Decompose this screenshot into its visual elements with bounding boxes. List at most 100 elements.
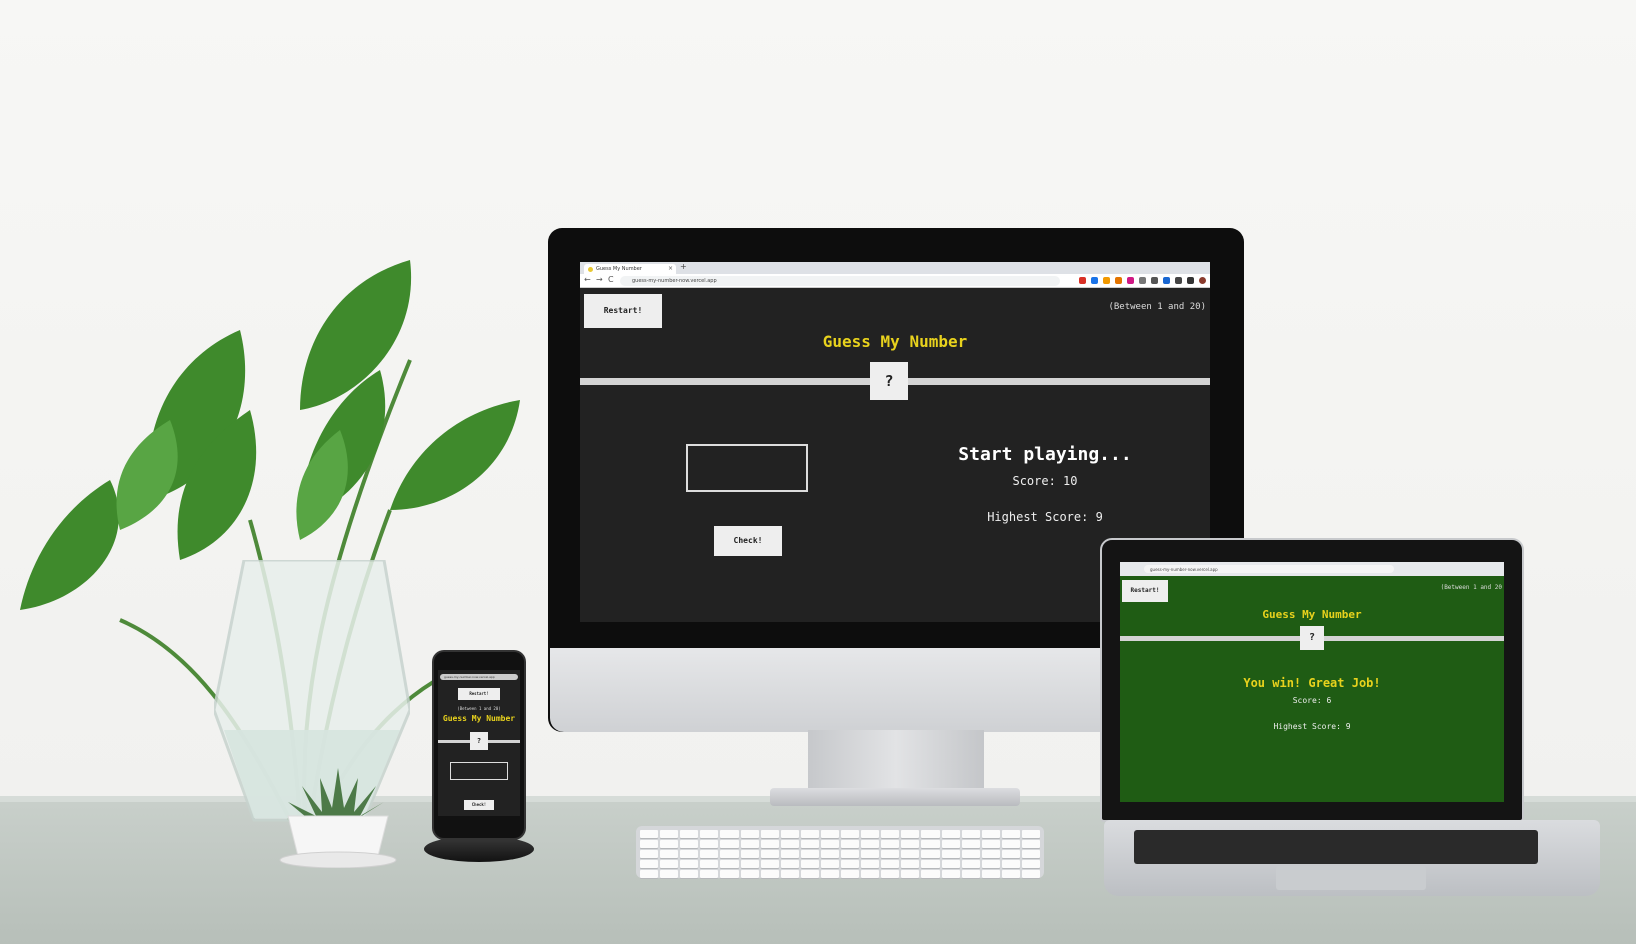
laptop-trackpad [1276, 866, 1426, 890]
keyboard-key [740, 830, 759, 838]
keyboard-key [740, 860, 759, 868]
keyboard-key [861, 860, 880, 868]
guess-input[interactable] [686, 444, 808, 492]
laptop-highscore-label: Highest Score: 9 [1273, 722, 1351, 731]
keyboard-key [800, 850, 819, 858]
keyboard-key [780, 850, 799, 858]
keyboard-key [680, 850, 699, 858]
keyboard-key [1021, 870, 1040, 878]
keyboard-key [921, 830, 940, 838]
phone-screen: guess-my-number-now.vercel.app Restart! … [438, 670, 520, 816]
browser-tab-bar: Guess My Number × + [580, 262, 1210, 274]
keyboard-key [981, 860, 1000, 868]
keyboard-key [820, 870, 839, 878]
laptop-status-message: You win! Great Job! [1243, 676, 1381, 690]
url-field[interactable]: guess-my-number-now.vercel.app [620, 276, 1060, 286]
keyboard-key [941, 840, 960, 848]
keyboard-key [961, 850, 980, 858]
keyboard-key [881, 870, 900, 878]
tab-title: Guess My Number [596, 266, 642, 272]
highscore-label: Highest Score: 9 [987, 510, 1103, 524]
keyboard-key [680, 870, 699, 878]
laptop-screen: guess-my-number-now.vercel.app Restart! … [1120, 562, 1504, 802]
keyboard-key [740, 870, 759, 878]
keyboard-key [700, 870, 719, 878]
keyboard-key [760, 850, 779, 858]
keyboard-key [1021, 830, 1040, 838]
reload-icon[interactable]: C [608, 275, 614, 284]
keyboard-key [820, 860, 839, 868]
keyboard-key [941, 860, 960, 868]
keyboard-key [780, 840, 799, 848]
keyboard-key [881, 840, 900, 848]
keyboard-key [780, 870, 799, 878]
keyboard-key [760, 860, 779, 868]
keyboard-key [981, 840, 1000, 848]
extension-icon[interactable] [1115, 277, 1122, 284]
keyboard-key [760, 870, 779, 878]
laptop-score-label: Score: 6 [1292, 696, 1332, 705]
keyboard-key [941, 870, 960, 878]
extension-icon[interactable] [1103, 277, 1110, 284]
keyboard-key [720, 840, 739, 848]
back-icon[interactable]: ← [584, 275, 591, 284]
keyboard-key [800, 830, 819, 838]
keyboard-key [981, 850, 1000, 858]
keyboard-key [780, 830, 799, 838]
monitor-stand-base [770, 788, 1020, 806]
restart-button[interactable]: Restart! [584, 294, 662, 328]
keyboard-key [740, 850, 759, 858]
forward-icon[interactable]: → [596, 275, 603, 284]
keyboard-key [841, 840, 860, 848]
game-title: Guess My Number [822, 332, 968, 351]
keyboard-key [881, 830, 900, 838]
keyboard-key [740, 840, 759, 848]
keyboard-key [680, 860, 699, 868]
keyboard-key [1001, 830, 1020, 838]
keyboard-key [901, 830, 920, 838]
keyboard-key [660, 840, 679, 848]
keyboard-key [720, 860, 739, 868]
extension-icon[interactable] [1163, 277, 1170, 284]
keyboard-key [640, 830, 659, 838]
phone-range-hint: (Between 1 and 20) [457, 706, 501, 711]
keyboard-key [800, 860, 819, 868]
keyboard-key [901, 870, 920, 878]
keyboard-key [1021, 860, 1040, 868]
keyboard-key [720, 870, 739, 878]
keyboard-key [901, 860, 920, 868]
keyboard-key [921, 870, 940, 878]
laptop-restart-button[interactable]: Restart! [1122, 580, 1168, 602]
keyboard-key [921, 850, 940, 858]
keyboard-key [921, 860, 940, 868]
keyboard-key [1001, 840, 1020, 848]
keyboard-key [1001, 860, 1020, 868]
browser-tab[interactable]: Guess My Number × [584, 264, 676, 274]
phone-guess-input[interactable] [450, 762, 508, 780]
status-message: Start playing... [958, 444, 1132, 465]
keyboard-key [841, 850, 860, 858]
extension-icon[interactable] [1139, 277, 1146, 284]
keyboard-key [861, 870, 880, 878]
wireless-keyboard [636, 826, 1044, 878]
laptop-url-field[interactable]: guess-my-number-now.vercel.app [1144, 565, 1394, 573]
avatar[interactable] [1199, 277, 1206, 284]
phone-url-field[interactable]: guess-my-number-now.vercel.app [440, 674, 518, 680]
keyboard-key [800, 870, 819, 878]
new-tab-icon[interactable]: + [680, 262, 687, 271]
extension-icon[interactable] [1079, 277, 1086, 284]
keyboard-key [841, 830, 860, 838]
extension-icon[interactable] [1091, 277, 1098, 284]
keyboard-key [660, 850, 679, 858]
extension-icon[interactable] [1151, 277, 1158, 284]
sidebar-icon[interactable] [1187, 277, 1194, 284]
phone-check-button[interactable]: Check! [464, 800, 494, 810]
close-tab-icon[interactable]: × [668, 265, 673, 272]
keyboard-key [700, 860, 719, 868]
keyboard-key [961, 870, 980, 878]
keyboard-key [961, 840, 980, 848]
extension-icon[interactable] [1127, 277, 1134, 284]
phone-restart-button[interactable]: Restart! [458, 688, 500, 700]
check-button[interactable]: Check! [714, 526, 782, 556]
puzzle-icon[interactable] [1175, 277, 1182, 284]
